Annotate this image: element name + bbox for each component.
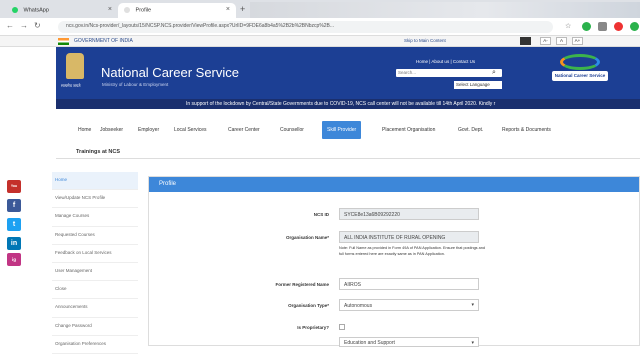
ticker-text: In support of the lockdown by Central/St… — [186, 101, 496, 107]
tab-whatsapp[interactable]: WhatsApp × — [6, 3, 118, 18]
tab-title: WhatsApp — [23, 7, 49, 14]
menu-item-reports-documents[interactable]: Reports & Documents — [502, 127, 551, 133]
extension-icon[interactable] — [582, 22, 591, 31]
former-name-field[interactable]: AIIROS — [339, 278, 479, 290]
sidebar-item-close[interactable]: Close — [52, 281, 138, 300]
sidebar-item-profile[interactable]: View/Update NCS Profile — [52, 190, 138, 209]
emblem-caption: सत्यमेव जयते — [61, 83, 81, 88]
menu-item-career-center[interactable]: Career Center — [228, 127, 260, 133]
profile-panel: Profile NCS ID SYCE8e13a6B09292220 Organ… — [148, 176, 640, 347]
tab-title: Profile — [135, 7, 152, 14]
main-menu: Home Jobseeker Employer Local Services C… — [56, 109, 640, 159]
menu-item-local-services[interactable]: Local Services — [174, 127, 207, 133]
extension-icon[interactable] — [598, 22, 607, 31]
new-tab-icon[interactable]: + — [240, 4, 245, 14]
header-links[interactable]: Home | About us | Contact Us — [416, 59, 475, 64]
whatsapp-icon — [12, 7, 18, 13]
org-name-help: Note: Full Name as provided in Form 49A … — [339, 246, 485, 256]
address-bar[interactable]: ncs.gov.in/Ncs-provider/_layouts/15/NCSP… — [58, 21, 553, 33]
menu-item-trainings[interactable]: Trainings at NCS — [76, 149, 120, 155]
youtube-icon[interactable]: You Tube — [7, 180, 21, 201]
instagram-icon[interactable]: ig — [7, 253, 21, 266]
ncs-logo-ring — [560, 54, 600, 70]
linkedin-icon[interactable]: in — [7, 237, 21, 250]
twitter-icon[interactable]: t — [7, 218, 21, 231]
org-type-label: Organisation Type* — [288, 303, 329, 308]
star-icon[interactable]: ☆ — [565, 22, 574, 31]
government-strip: GOVERNMENT OF INDIA Skip to Main Content… — [0, 36, 640, 47]
chevron-down-icon: ▾ — [471, 302, 474, 308]
high-contrast-button[interactable] — [520, 37, 531, 45]
ncs-id-label: NCS ID — [313, 212, 329, 217]
sidebar-item-preferences[interactable]: Organisation Preferences — [52, 336, 138, 354]
sidebar-item-feedback[interactable]: Feedback on Local Services — [52, 245, 138, 263]
announcement-ticker: In support of the lockdown by Central/St… — [56, 99, 640, 109]
sidebar: Home View/Update NCS Profile Manage Cour… — [52, 172, 138, 354]
close-icon[interactable]: × — [226, 6, 230, 13]
menu-item-counsellor[interactable]: Counsellor — [280, 127, 304, 133]
browser-toolbar: ← → ↻ ncs.gov.in/Ncs-provider/_layouts/1… — [0, 18, 640, 36]
menu-item-home[interactable]: Home — [78, 127, 91, 133]
language-select[interactable]: Select Language — [454, 81, 502, 89]
national-emblem-icon — [66, 53, 84, 79]
sidebar-item-announcements[interactable]: Announcements — [52, 299, 138, 318]
extension-icon[interactable] — [614, 22, 623, 31]
font-decrease-button[interactable]: A- — [540, 37, 551, 45]
reload-icon[interactable]: ↻ — [34, 21, 41, 30]
next-select-value: Education and Support — [344, 340, 395, 346]
page-icon — [124, 7, 130, 13]
org-name-field[interactable]: ALL INDIA INSTITUTE OF RURAL OPENING — [339, 231, 479, 243]
close-icon[interactable]: × — [108, 6, 112, 13]
menu-item-placement-organisation[interactable]: Placement Organisation — [382, 127, 435, 133]
font-normal-button[interactable]: A — [556, 37, 567, 45]
menu-item-skill-provider[interactable]: Skill Provider — [322, 121, 362, 139]
proprietary-checkbox[interactable] — [339, 324, 345, 330]
forward-icon[interactable]: → — [20, 21, 28, 30]
sidebar-item-change-password[interactable]: Change Password — [52, 318, 138, 336]
sidebar-item-manage-courses[interactable]: Manage Courses — [52, 208, 138, 227]
sidebar-item-user-management[interactable]: User Management — [52, 263, 138, 282]
back-icon[interactable]: ← — [6, 21, 14, 30]
site-header: सत्यमेव जयते National Career Service Min… — [56, 47, 640, 99]
tab-strip-background — [250, 2, 640, 18]
government-label: GOVERNMENT OF INDIA — [74, 38, 133, 44]
site-title[interactable]: National Career Service — [101, 65, 239, 80]
menu-item-jobseeker[interactable]: Jobseeker — [100, 127, 123, 133]
menu-item-govt-dept[interactable]: Govt. Dept. — [458, 127, 483, 133]
proprietary-label: Is Proprietary? — [297, 325, 329, 330]
profile-icon[interactable] — [630, 22, 639, 31]
org-type-value: Autonomous — [344, 303, 373, 309]
menu-item-employer[interactable]: Employer — [138, 127, 159, 133]
search-input[interactable]: Search... — [396, 69, 502, 77]
ncs-logo: National Career Service — [536, 51, 622, 91]
tab-profile[interactable]: Profile × — [118, 3, 236, 18]
india-flag-icon — [58, 38, 69, 45]
skip-link[interactable]: Skip to Main Content — [404, 38, 446, 43]
chevron-down-icon: ▾ — [471, 340, 474, 346]
former-name-label: Former Registered Name — [275, 282, 329, 287]
site-subtitle: Ministry of Labour & Employment — [102, 82, 169, 87]
sidebar-item-requested-courses[interactable]: Requested Courses — [52, 227, 138, 245]
search-icon[interactable]: ⌕ — [492, 69, 496, 77]
ncs-id-field: SYCE8e13a6B09292220 — [339, 208, 479, 220]
sidebar-item-home[interactable]: Home — [52, 172, 138, 191]
org-name-label: Organisation Name* — [285, 235, 329, 240]
browser-tab-strip: WhatsApp × Profile × + — [0, 0, 640, 18]
org-type-select[interactable]: Autonomous ▾ — [339, 299, 479, 311]
panel-title: Profile — [149, 177, 639, 192]
ncs-logo-text: National Career Service — [552, 71, 608, 81]
font-increase-button[interactable]: A+ — [572, 37, 583, 45]
facebook-icon[interactable]: f — [7, 199, 21, 212]
